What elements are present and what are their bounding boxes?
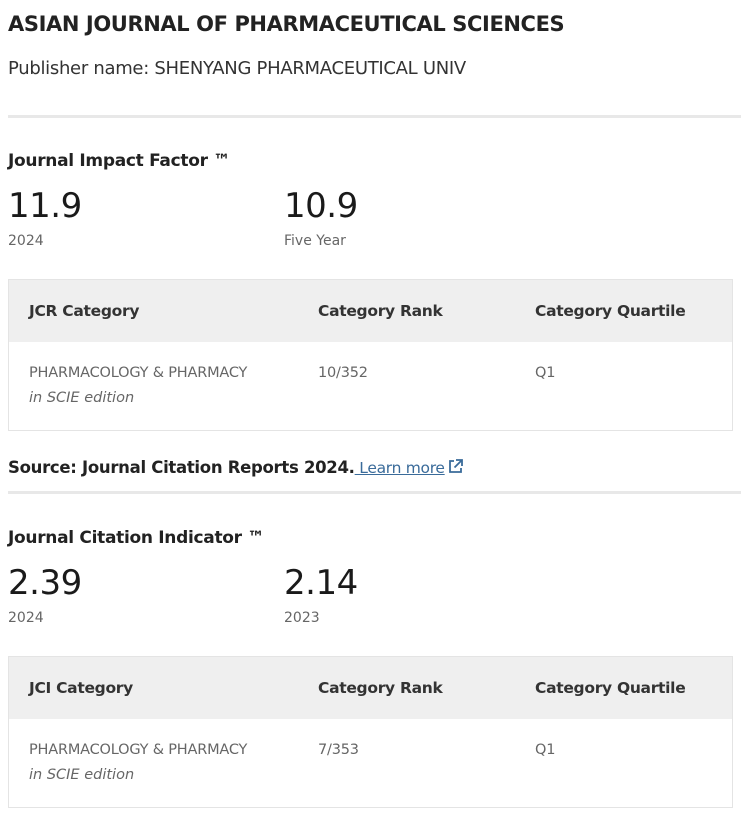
- jif-year: 2024: [8, 233, 44, 249]
- jci-year: 2024: [8, 610, 44, 626]
- section-divider: [8, 491, 741, 494]
- category-quartile: Q1: [535, 742, 556, 758]
- category-name: PHARMACOLOGY & PHARMACY: [29, 365, 248, 381]
- column-header: JCR Category: [29, 302, 140, 320]
- table-header: JCR Category Category Rank Category Quar…: [9, 280, 732, 342]
- section-divider: [8, 115, 741, 118]
- column-header: Category Rank: [318, 679, 443, 697]
- category-name: PHARMACOLOGY & PHARMACY: [29, 742, 248, 758]
- category-edition: in SCIE edition: [29, 767, 135, 783]
- table-header: JCI Category Category Rank Category Quar…: [9, 657, 732, 719]
- category-edition: in SCIE edition: [29, 390, 135, 406]
- column-header: Category Rank: [318, 302, 443, 320]
- column-header: Category Quartile: [535, 302, 686, 320]
- learn-more-link[interactable]: Learn more: [355, 459, 464, 477]
- source-text: Source: Journal Citation Reports 2024.: [8, 458, 355, 477]
- learn-more-label: Learn more: [354, 459, 445, 477]
- jif-value: 11.9: [8, 186, 82, 226]
- journal-title: ASIAN JOURNAL OF PHARMACEUTICAL SCIENCES: [8, 12, 565, 36]
- jci-prev-value: 2.14: [284, 563, 358, 603]
- column-header: JCI Category: [29, 679, 133, 697]
- jci-value: 2.39: [8, 563, 82, 603]
- external-link-icon: [447, 458, 464, 479]
- category-rank: 7/353: [318, 742, 359, 758]
- category-quartile: Q1: [535, 365, 556, 381]
- jci-heading: Journal Citation Indicator ™: [8, 528, 265, 548]
- column-header: Category Quartile: [535, 679, 686, 697]
- jif-heading: Journal Impact Factor ™: [8, 151, 230, 171]
- jci-category-table: JCI Category Category Rank Category Quar…: [8, 656, 733, 808]
- source-line: Source: Journal Citation Reports 2024. L…: [8, 458, 464, 479]
- jci-prev-year: 2023: [284, 610, 320, 626]
- category-rank: 10/352: [318, 365, 368, 381]
- jif-five-year-value: 10.9: [284, 186, 358, 226]
- publisher-name: Publisher name: SHENYANG PHARMACEUTICAL …: [8, 58, 466, 79]
- jcr-category-table: JCR Category Category Rank Category Quar…: [8, 279, 733, 431]
- journal-metrics-page: ASIAN JOURNAL OF PHARMACEUTICAL SCIENCES…: [0, 0, 741, 815]
- jif-five-year-label: Five Year: [284, 233, 346, 249]
